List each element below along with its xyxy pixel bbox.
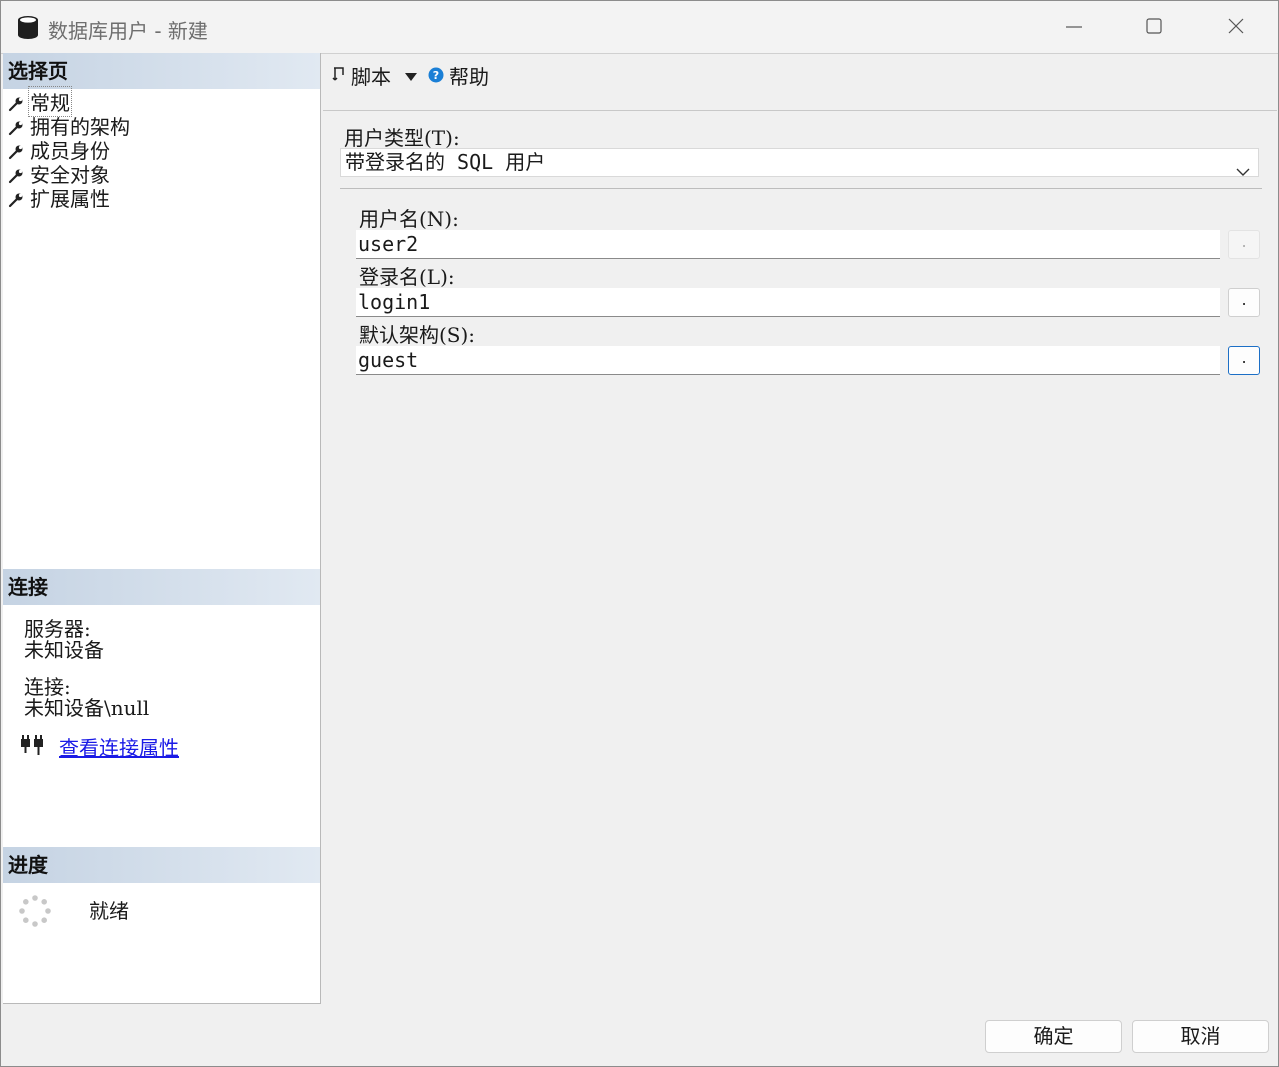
dialog-window: 数据库用户 - 新建 选择页 常规 拥有的架构 成员身份 安全对象 扩展属性 连…	[0, 0, 1279, 1067]
default-schema-input[interactable]	[356, 346, 1220, 375]
maximize-icon	[1146, 18, 1162, 34]
view-connection-row: 查看连接属性	[19, 732, 179, 761]
minimize-icon	[1066, 26, 1082, 28]
user-type-label: 用户类型(T):	[344, 126, 460, 150]
chevron-down-icon	[1236, 157, 1250, 184]
progress-spinner-icon	[19, 895, 51, 931]
login-name-browse-button[interactable]: .	[1228, 288, 1260, 317]
maximize-button[interactable]	[1115, 1, 1195, 53]
nav-item-securables[interactable]: 安全对象	[8, 161, 130, 187]
ok-button[interactable]: 确定	[985, 1020, 1122, 1053]
help-button[interactable]: ? 帮助	[428, 61, 489, 90]
server-value: 未知设备	[24, 638, 104, 662]
help-label: 帮助	[449, 65, 489, 89]
nav-item-owned-schemas[interactable]: 拥有的架构	[8, 113, 130, 139]
script-dropdown-button[interactable]	[404, 67, 418, 86]
default-schema-browse-button[interactable]: .	[1228, 346, 1260, 375]
default-schema-label: 默认架构(S):	[359, 323, 476, 347]
page-nav-list: 常规 拥有的架构 成员身份 安全对象 扩展属性	[8, 85, 130, 211]
nav-item-general[interactable]: 常规	[8, 85, 130, 117]
view-connection-properties-link[interactable]: 查看连接属性	[59, 732, 179, 761]
title-bar: 数据库用户 - 新建	[1, 1, 1278, 54]
login-name-label: 登录名(L):	[359, 265, 455, 289]
toolbar: 脚本 ? 帮助	[323, 53, 1277, 111]
user-name-browse-button[interactable]: .	[1228, 230, 1260, 259]
wrench-icon	[8, 165, 24, 184]
close-icon	[1228, 18, 1244, 34]
user-type-select[interactable]: 带登录名的 SQL 用户	[340, 148, 1259, 177]
help-icon: ?	[428, 64, 444, 88]
form-separator	[340, 188, 1262, 189]
progress-header: 进度	[3, 847, 320, 883]
nav-item-label: 扩展属性	[30, 186, 110, 211]
cancel-button[interactable]: 取消	[1132, 1020, 1269, 1053]
script-button[interactable]: 脚本	[331, 61, 391, 90]
script-label: 脚本	[351, 65, 391, 89]
nav-item-membership[interactable]: 成员身份	[8, 137, 130, 163]
wrench-icon	[8, 117, 24, 136]
select-page-header: 选择页	[3, 53, 320, 89]
user-name-label: 用户名(N):	[359, 207, 459, 231]
caret-down-icon	[405, 73, 417, 81]
server-info: 服务器: 未知设备	[24, 619, 104, 661]
connection-info: 连接: 未知设备\null	[24, 677, 149, 719]
wrench-icon	[8, 189, 24, 208]
connection-label: 连接:	[24, 675, 71, 699]
left-panel: 选择页 常规 拥有的架构 成员身份 安全对象 扩展属性 连接 服务器: 未知设备…	[3, 53, 321, 1004]
user-type-value: 带登录名的 SQL 用户	[345, 150, 546, 174]
nav-item-extended-properties[interactable]: 扩展属性	[8, 185, 130, 211]
progress-status: 就绪	[89, 899, 129, 923]
connection-header: 连接	[3, 569, 320, 605]
script-icon	[331, 64, 347, 88]
login-name-input[interactable]	[356, 288, 1220, 317]
svg-text:?: ?	[433, 69, 439, 82]
window-title: 数据库用户 - 新建	[48, 19, 208, 43]
connection-value: 未知设备\null	[24, 696, 150, 720]
wrench-icon	[8, 93, 24, 112]
wrench-icon	[8, 141, 24, 160]
plug-icon	[19, 733, 47, 761]
minimize-button[interactable]	[1035, 1, 1115, 53]
user-name-input[interactable]	[356, 230, 1220, 259]
database-icon	[17, 15, 39, 39]
server-label: 服务器:	[24, 617, 91, 641]
close-button[interactable]	[1197, 1, 1277, 53]
